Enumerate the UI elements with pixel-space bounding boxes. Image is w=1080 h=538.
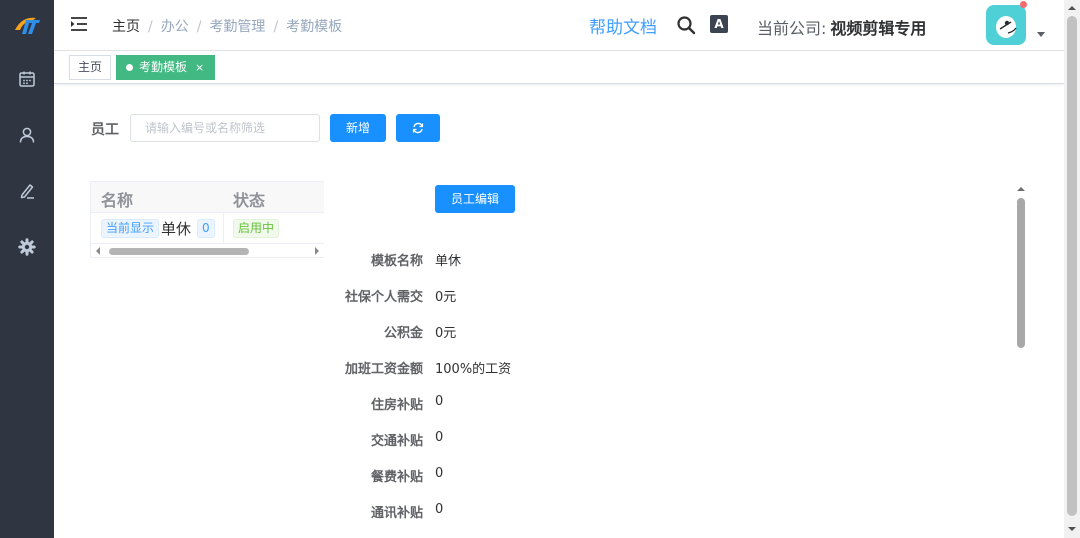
tag-home[interactable]: 主页 xyxy=(69,55,112,80)
column-name-header: 名称 xyxy=(101,191,134,210)
avatar-image-icon xyxy=(996,16,1017,38)
tag-attendance-template[interactable]: 考勤模板 × xyxy=(116,55,216,80)
detail-value-transport-allowance: 0 xyxy=(435,430,444,445)
detail-label-housing-allowance: 住房补贴 xyxy=(370,398,423,413)
detail-label-meal-allowance: 餐费补贴 xyxy=(370,470,423,485)
employee-edit-button[interactable]: 员工编辑 xyxy=(435,185,515,213)
user-icon xyxy=(19,127,35,143)
breadcrumb-home[interactable]: 主页 xyxy=(112,19,140,35)
page-vertical-scroll-thumb[interactable] xyxy=(1067,16,1077,516)
table-row[interactable]: 当前显示 单休 0 启用中 xyxy=(91,213,324,244)
add-button[interactable]: 新增 xyxy=(330,114,386,142)
scroll-up-icon[interactable] xyxy=(1014,182,1028,196)
edit-icon xyxy=(20,184,34,199)
scroll-left-icon[interactable] xyxy=(94,244,102,258)
current-company: 当前公司: 视频剪辑专用 xyxy=(757,15,926,39)
refresh-icon xyxy=(412,122,424,134)
horizontal-scroll-thumb[interactable] xyxy=(109,248,249,255)
page-scroll-up-icon[interactable] xyxy=(1064,1,1080,15)
current-display-badge: 当前显示 xyxy=(101,219,160,238)
page-vertical-scrollbar[interactable] xyxy=(1064,0,1080,538)
sidebar-item-calendar[interactable] xyxy=(0,61,54,97)
app-logo[interactable] xyxy=(12,12,42,38)
detail-vertical-scroll-thumb[interactable] xyxy=(1017,198,1025,348)
employee-filter-label: 员工 xyxy=(91,122,119,138)
breadcrumb-separator: / xyxy=(148,19,153,35)
breadcrumb: 主页 / 办公 / 考勤管理 / 考勤模板 xyxy=(112,16,342,36)
detail-value-social-insurance: 0元 xyxy=(435,290,457,305)
column-status-header: 状态 xyxy=(233,191,266,210)
template-table: 名称 状态 当前显示 单休 0 启用中 xyxy=(90,181,324,258)
hamburger-icon[interactable] xyxy=(70,15,88,33)
calendar-icon xyxy=(19,71,35,87)
detail-value-housing-fund: 0元 xyxy=(435,326,457,341)
detail-value-overtime-pay: 100%的工资 xyxy=(435,362,512,377)
detail-vertical-scrollbar[interactable] xyxy=(1014,180,1028,538)
search-icon[interactable] xyxy=(676,15,696,35)
status-badge: 启用中 xyxy=(233,219,280,238)
page-scroll-down-icon[interactable] xyxy=(1064,522,1080,536)
sidebar xyxy=(0,0,54,538)
active-dot xyxy=(126,64,133,71)
horizontal-scrollbar[interactable] xyxy=(91,244,324,258)
notification-dot xyxy=(1020,1,1027,8)
sidebar-item-edit[interactable] xyxy=(0,173,54,209)
count-badge: 0 xyxy=(197,219,215,238)
tags-view: 主页 考勤模板 × xyxy=(54,51,1064,84)
table-header: 名称 状态 xyxy=(91,182,324,213)
detail-label-transport-allowance: 交通补贴 xyxy=(370,434,423,449)
detail-label-phone-allowance: 通讯补贴 xyxy=(370,506,423,521)
font-size-icon[interactable]: A xyxy=(710,15,728,33)
caret-down-icon[interactable] xyxy=(1037,32,1045,37)
breadcrumb-office[interactable]: 办公 xyxy=(161,19,189,35)
template-name: 单休 xyxy=(161,220,192,238)
help-docs-link[interactable]: 帮助文档 xyxy=(589,13,657,38)
company-label: 当前公司: xyxy=(757,19,827,38)
sidebar-item-settings[interactable] xyxy=(0,229,54,265)
company-name: 视频剪辑专用 xyxy=(830,19,927,38)
breadcrumb-separator: / xyxy=(273,19,279,35)
detail-label-overtime-pay: 加班工资金额 xyxy=(344,362,423,377)
top-navbar: 主页 / 办公 / 考勤管理 / 考勤模板 帮助文档 A 当前公司: 视频剪辑专用 xyxy=(54,0,1064,51)
column-divider xyxy=(223,213,224,244)
detail-value-meal-allowance: 0 xyxy=(435,466,444,481)
gear-icon xyxy=(18,238,36,256)
breadcrumb-current: 考勤模板 xyxy=(286,19,343,35)
search-input[interactable] xyxy=(130,114,320,142)
detail-value-phone-allowance: 0 xyxy=(435,502,444,517)
detail-label-template-name: 模板名称 xyxy=(370,254,423,269)
detail-value-housing-allowance: 0 xyxy=(435,394,444,409)
detail-label-housing-fund: 公积金 xyxy=(383,326,423,341)
detail-value-template-name: 单休 xyxy=(435,254,462,269)
close-icon[interactable]: × xyxy=(195,61,204,74)
breadcrumb-separator: / xyxy=(196,19,202,35)
tag-label: 考勤模板 xyxy=(139,60,188,74)
avatar[interactable] xyxy=(986,5,1026,45)
sidebar-item-user[interactable] xyxy=(0,117,54,153)
refresh-button[interactable] xyxy=(396,114,440,142)
breadcrumb-attendance[interactable]: 考勤管理 xyxy=(209,19,265,35)
detail-label-social-insurance: 社保个人需交 xyxy=(344,290,423,305)
